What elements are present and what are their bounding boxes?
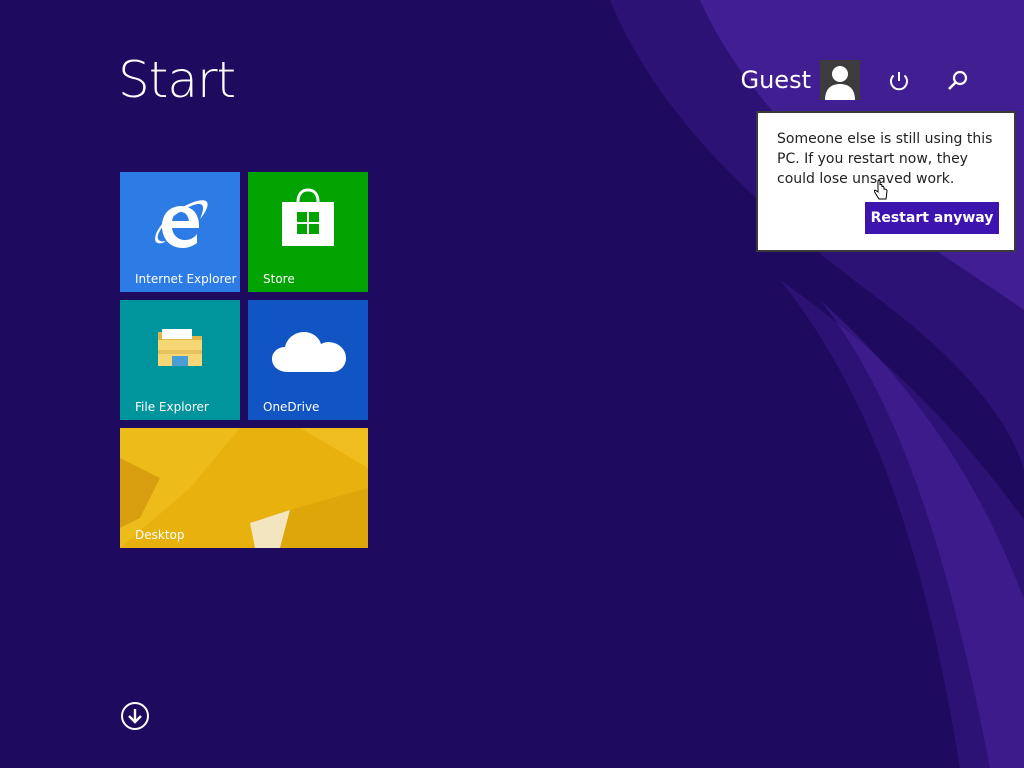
tile-label: Internet Explorer bbox=[135, 272, 237, 286]
tile-label: Desktop bbox=[135, 528, 185, 542]
power-icon[interactable] bbox=[884, 66, 914, 96]
tile-label: Store bbox=[263, 272, 295, 286]
restart-warning-message: Someone else is still using this PC. If … bbox=[777, 131, 993, 187]
tile-file-explorer[interactable]: File Explorer bbox=[120, 300, 240, 420]
mouse-cursor-icon bbox=[874, 180, 888, 200]
tile-onedrive[interactable]: OneDrive bbox=[248, 300, 368, 420]
tile-label: OneDrive bbox=[263, 400, 320, 414]
tile-desktop[interactable]: Desktop bbox=[120, 428, 368, 548]
tile-label: File Explorer bbox=[135, 400, 209, 414]
tile-store[interactable]: Store bbox=[248, 172, 368, 292]
page-title: Start bbox=[118, 51, 236, 109]
internet-explorer-icon bbox=[155, 200, 208, 248]
user-silhouette-icon[interactable] bbox=[820, 60, 860, 100]
file-explorer-icon bbox=[158, 329, 202, 366]
user-name[interactable]: Guest bbox=[741, 64, 812, 96]
onedrive-icon bbox=[272, 332, 346, 372]
down-arrow-circle-icon[interactable] bbox=[120, 701, 150, 731]
start-screen: Start Guest Someone else is still using … bbox=[0, 0, 1024, 768]
store-icon bbox=[282, 188, 334, 246]
tile-internet-explorer[interactable]: Internet Explorer bbox=[120, 172, 240, 292]
restart-anyway-button[interactable]: Restart anyway bbox=[865, 202, 999, 234]
search-icon[interactable] bbox=[943, 66, 973, 96]
